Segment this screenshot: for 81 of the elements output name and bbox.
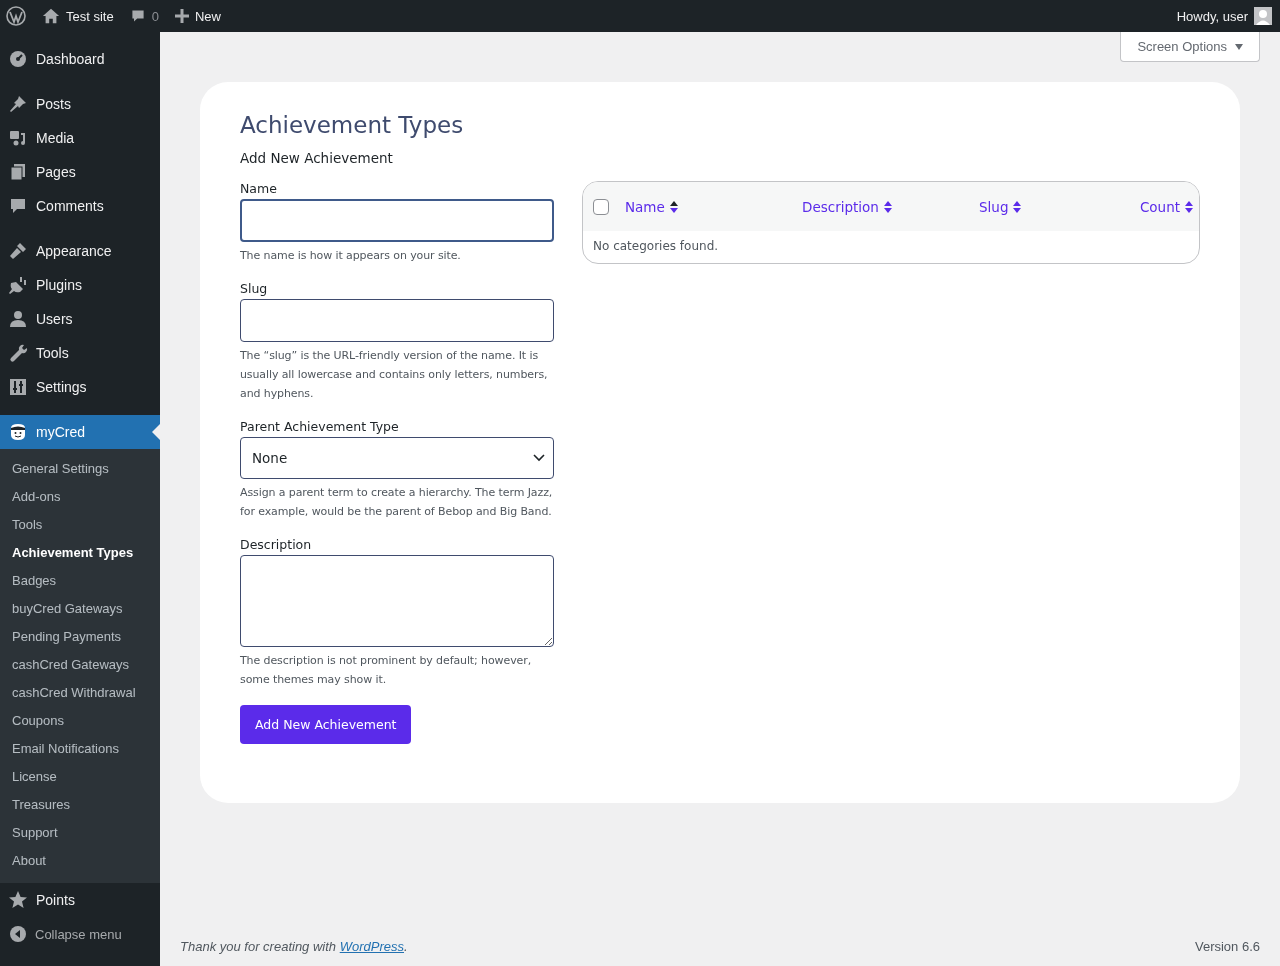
submenu-item[interactable]: License: [0, 763, 160, 791]
submenu-item[interactable]: Coupons: [0, 707, 160, 735]
sort-icon: [883, 199, 892, 214]
submenu-item[interactable]: cashCred Withdrawal: [0, 679, 160, 707]
home-icon: [42, 7, 60, 25]
submenu-item[interactable]: Achievement Types: [0, 539, 160, 567]
submenu-item[interactable]: Tools: [0, 511, 160, 539]
wordpress-logo-icon[interactable]: [6, 6, 26, 26]
description-textarea[interactable]: [240, 555, 554, 647]
column-header-link[interactable]: Slug: [979, 198, 1009, 215]
menu-item[interactable]: Media: [0, 121, 160, 155]
menu-item[interactable]: myCred: [0, 415, 160, 449]
field-label: Parent Achievement Type: [240, 419, 400, 434]
menu-item[interactable]: Posts: [0, 87, 160, 121]
menu-item[interactable]: Plugins: [0, 268, 160, 302]
media-icon: [8, 128, 28, 148]
sort-icon: [669, 199, 678, 214]
menu-item[interactable]: Users: [0, 302, 160, 336]
caret-icon: [1235, 43, 1243, 50]
field-label: Description: [240, 537, 313, 552]
menu-item[interactable]: Points: [0, 883, 160, 917]
submenu-item[interactable]: Support: [0, 819, 160, 847]
wrench-icon: [8, 343, 28, 363]
select-all-checkbox[interactable]: [593, 198, 609, 215]
menu-item[interactable]: Appearance: [0, 234, 160, 268]
star-icon: [8, 890, 28, 910]
empty-message: No categories found.: [592, 238, 720, 255]
sort-icon: [1013, 199, 1022, 214]
submenu-item[interactable]: cashCred Gateways: [0, 651, 160, 679]
plus-icon: [174, 9, 189, 23]
menu-item[interactable]: Settings: [0, 370, 160, 404]
sort-icon: [1185, 199, 1193, 214]
pin-icon: [8, 94, 28, 114]
wordpress-link[interactable]: WordPress: [339, 939, 404, 954]
submenu-item[interactable]: Treasures: [0, 791, 160, 819]
comments-count[interactable]: 0: [151, 8, 159, 24]
help-text: Assign a parent term to create a hierarchy. The term Jazz, for example, would be the parent of Bebop and Big Band.: [240, 485, 554, 520]
field-label: Slug: [240, 281, 269, 296]
version-text: Version 6.6: [1194, 939, 1260, 954]
text-input[interactable]: [240, 199, 554, 242]
column-header-link[interactable]: Description: [802, 198, 879, 215]
menu-item[interactable]: Dashboard: [0, 42, 160, 76]
footer-thanks: Thank you for creating with WordPress.: [180, 939, 408, 954]
dashboard-icon: [8, 49, 28, 69]
menu-item[interactable]: Comments: [0, 189, 160, 223]
form-title: Add New Achievement: [240, 150, 394, 166]
menu-item[interactable]: Tools: [0, 336, 160, 370]
plug-icon: [8, 275, 28, 295]
add-achievement-button[interactable]: Add New Achievement: [240, 705, 412, 744]
submenu-item[interactable]: Add-ons: [0, 483, 160, 511]
collapse-menu-button[interactable]: Collapse menu: [0, 917, 160, 951]
page-title: Achievement Types: [240, 112, 465, 138]
help-text: The description is not prominent by default; however, some themes may show it.: [240, 653, 533, 688]
screen-options-button[interactable]: Screen Options: [1120, 32, 1260, 62]
submenu-item[interactable]: buyCred Gateways: [0, 595, 160, 623]
column-header-link[interactable]: Name: [625, 198, 665, 215]
column-header-link[interactable]: Count: [1139, 198, 1180, 215]
submenu-item[interactable]: Email Notifications: [0, 735, 160, 763]
help-text: The “slug” is the URL-friendly version of the name. It is usually all lowercase and contains only letters, numbers, and hyphens.: [240, 348, 549, 402]
pages-icon: [8, 162, 28, 182]
help-text: The name is how it appears on your site.: [240, 248, 462, 264]
collapse-icon: [9, 925, 27, 943]
greeting-link[interactable]: Howdy, user: [1176, 8, 1248, 24]
text-input[interactable]: [240, 299, 554, 342]
avatar-icon: [1254, 7, 1272, 25]
comment-icon: [8, 196, 28, 216]
field-label: Name: [240, 181, 278, 196]
sliders-icon: [8, 377, 28, 397]
submenu-item[interactable]: Pending Payments: [0, 623, 160, 651]
brush-icon: [8, 241, 28, 261]
site-name-link[interactable]: Test site: [66, 8, 114, 24]
chevron-icon: [533, 454, 545, 462]
user-icon: [8, 309, 28, 329]
submenu-item[interactable]: Badges: [0, 567, 160, 595]
submenu-item[interactable]: About: [0, 847, 160, 875]
comment-icon: [129, 8, 146, 24]
new-link[interactable]: New: [194, 8, 221, 24]
face-icon: [8, 422, 28, 442]
menu-item[interactable]: Pages: [0, 155, 160, 189]
submenu-item[interactable]: General Settings: [0, 455, 160, 483]
select-dropdown[interactable]: None: [240, 437, 554, 479]
